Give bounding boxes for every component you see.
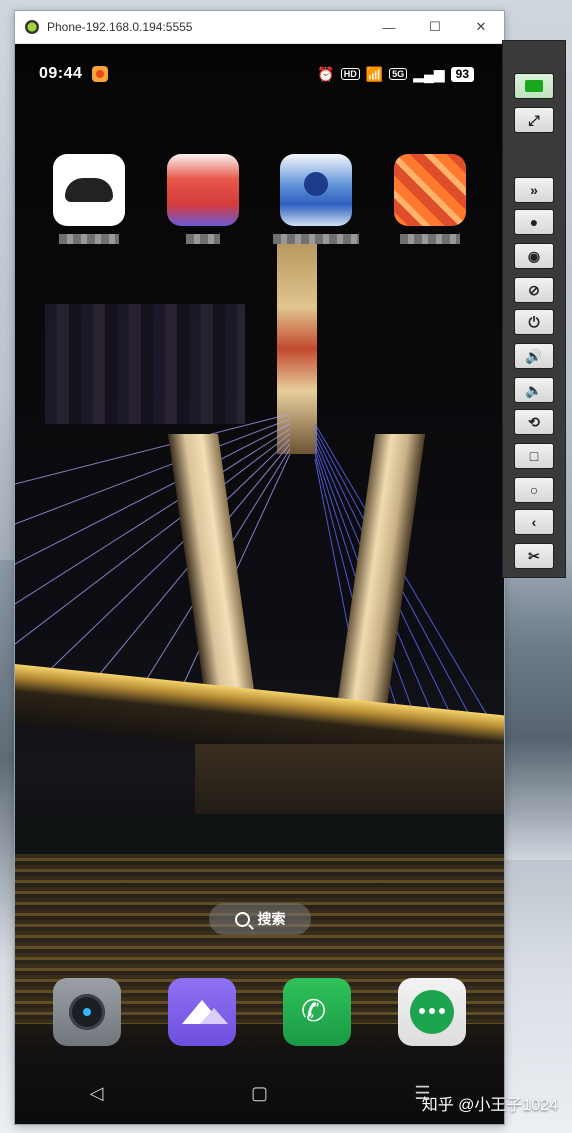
app-icon-pixelated[interactable] xyxy=(166,154,239,226)
close-button[interactable]: ✕ xyxy=(458,11,504,43)
app-label-pixelated xyxy=(399,234,460,244)
search-label: 搜索 xyxy=(257,911,286,927)
collapse-icon[interactable]: » xyxy=(514,177,554,203)
phone-mirror-window: Phone-192.168.0.194:5555 — ☐ ✕ 09:44 ⏰ H… xyxy=(14,10,505,1125)
river-bank xyxy=(15,814,504,854)
app-icon-pixelated[interactable] xyxy=(280,154,353,226)
app-label-pixelated xyxy=(273,234,360,244)
watermark-text: 知乎 @小王子1024 xyxy=(421,1097,558,1114)
home-circle-icon[interactable]: ○ xyxy=(514,477,554,503)
eye-off-icon[interactable]: ⊘ xyxy=(514,277,554,303)
camera-app-icon[interactable] xyxy=(53,978,121,1046)
scissors-icon[interactable]: ✂ xyxy=(514,543,554,569)
square-icon[interactable]: □ xyxy=(514,443,554,469)
home-app-row xyxy=(49,154,470,244)
signal-5g-icon: 5G xyxy=(389,68,408,80)
back-icon[interactable]: ‹ xyxy=(514,509,554,535)
power-icon[interactable]: ⏻ xyxy=(514,309,554,335)
app-label-pixelated xyxy=(185,234,220,244)
minimize-button[interactable]: — xyxy=(366,11,412,43)
dock: ✆ xyxy=(53,978,466,1046)
screen-icon[interactable] xyxy=(514,73,554,99)
maximize-button[interactable]: ☐ xyxy=(412,11,458,43)
signal-bars-icon: ▂▄▆ xyxy=(413,65,445,82)
app-icon-pixelated[interactable] xyxy=(53,154,125,226)
hd-icon: HD xyxy=(340,68,360,80)
rotate-icon[interactable]: ⟲ xyxy=(514,409,554,435)
wifi-icon: 📶 xyxy=(365,65,384,82)
status-icons: ⏰ HD 📶 5G ▂▄▆ 93 xyxy=(317,66,474,83)
home-app-4[interactable] xyxy=(390,154,470,244)
home-nav-icon[interactable]: ▢ xyxy=(240,1083,280,1104)
notification-icon xyxy=(92,66,109,82)
search-icon xyxy=(234,911,250,927)
home-search-button[interactable]: 搜索 xyxy=(209,903,311,935)
eye-icon[interactable]: ◉ xyxy=(514,243,554,269)
app-icon-pixelated[interactable] xyxy=(393,154,466,226)
app-label-pixelated xyxy=(59,234,119,244)
messages-app-icon[interactable] xyxy=(398,978,466,1046)
status-bar: 09:44 ⏰ HD 📶 5G ▂▄▆ 93 xyxy=(39,62,474,86)
home-app-2[interactable] xyxy=(163,154,243,244)
back-nav-icon[interactable]: ◁ xyxy=(77,1083,117,1104)
record-icon[interactable]: ● xyxy=(514,209,554,235)
home-app-1[interactable] xyxy=(49,154,129,244)
volume-up-icon[interactable]: 🔊 xyxy=(514,343,554,369)
gallery-app-icon[interactable] xyxy=(168,978,236,1046)
chat-bubble-icon xyxy=(419,1008,445,1014)
window-title: Phone-192.168.0.194:5555 xyxy=(47,20,193,34)
phone-app-icon[interactable]: ✆ xyxy=(283,978,351,1046)
phone-screen[interactable]: 09:44 ⏰ HD 📶 5G ▂▄▆ 93 搜索 ✆ ◁ ▢ ☰ xyxy=(15,44,504,1124)
phone-handset-icon: ✆ xyxy=(301,995,327,1028)
battery-indicator: 93 xyxy=(450,66,474,82)
window-titlebar: Phone-192.168.0.194:5555 — ☐ ✕ xyxy=(15,11,504,44)
home-app-3[interactable] xyxy=(273,154,360,244)
mirror-control-toolbar: ⤢ » ● ◉ ⊘ ⏻ 🔊 🔈 ⟲ □ ○ ‹ ✂ xyxy=(502,40,566,578)
alarm-icon: ⏰ xyxy=(317,65,335,82)
volume-down-icon[interactable]: 🔈 xyxy=(514,377,554,403)
fullscreen-icon[interactable]: ⤢ xyxy=(514,107,554,133)
status-time: 09:44 xyxy=(39,65,83,82)
android-app-icon xyxy=(25,20,39,34)
